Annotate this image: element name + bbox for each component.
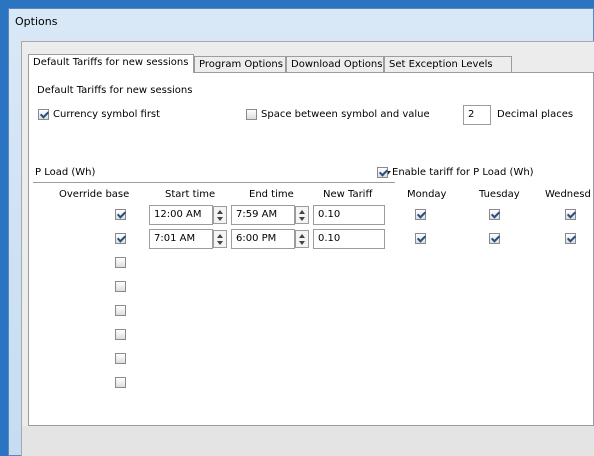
column-header-wednesday: Wednesd: [545, 189, 591, 200]
options-client-area: Default Tariffs for new sessions Program…: [21, 41, 594, 456]
override-checkbox[interactable]: [115, 257, 126, 268]
start-time-input[interactable]: 12:00 AM: [149, 205, 213, 225]
title-bar[interactable]: Options: [9, 9, 593, 33]
tab-label: Default Tariffs for new sessions: [33, 57, 189, 68]
section-title: Default Tariffs for new sessions: [37, 85, 193, 96]
column-header-end: End time: [249, 189, 294, 200]
column-header-start: Start time: [165, 189, 216, 200]
spin-up-icon[interactable]: [299, 234, 305, 238]
space-between-label: Space between symbol and value: [261, 109, 430, 120]
enable-tariff-label: Enable tariff for P Load (Wh): [392, 167, 534, 178]
monday-checkbox[interactable]: [415, 209, 426, 220]
new-tariff-input[interactable]: 0.10: [313, 229, 385, 249]
override-checkbox[interactable]: [115, 281, 126, 292]
load-select[interactable]: P Load (Wh): [33, 165, 395, 183]
spin-up-icon[interactable]: [299, 210, 305, 214]
monday-checkbox[interactable]: [415, 233, 426, 244]
currency-first-label: Currency symbol first: [53, 109, 161, 120]
tab-label: Program Options: [199, 59, 283, 70]
column-header-tuesday: Tuesday: [479, 189, 520, 200]
override-checkbox[interactable]: [115, 329, 126, 340]
options-window: Options Default Tariffs for new sessions…: [8, 8, 594, 456]
column-header-tariff: New Tariff: [323, 189, 373, 200]
new-tariff-input[interactable]: 0.10: [313, 205, 385, 225]
end-time-spinner[interactable]: [295, 230, 309, 248]
start-time-input[interactable]: 7:01 AM: [149, 229, 213, 249]
spin-down-icon[interactable]: [217, 217, 223, 221]
tab-label: Download Options: [291, 59, 383, 70]
override-checkbox[interactable]: [115, 209, 126, 220]
tab-panel-default-tariffs: Default Tariffs for new sessions Currenc…: [28, 72, 594, 426]
start-time-spinner[interactable]: [213, 230, 227, 248]
start-time-spinner[interactable]: [213, 206, 227, 224]
spin-down-icon[interactable]: [299, 217, 305, 221]
spin-up-icon[interactable]: [217, 210, 223, 214]
end-time-input[interactable]: 7:59 AM: [231, 205, 295, 225]
tab-default-tariffs[interactable]: Default Tariffs for new sessions: [28, 54, 194, 73]
tuesday-checkbox[interactable]: [489, 209, 500, 220]
spin-down-icon[interactable]: [299, 241, 305, 245]
window-title: Options: [15, 15, 58, 28]
enable-tariff-checkbox[interactable]: [377, 167, 388, 178]
tab-program-options[interactable]: Program Options: [194, 56, 286, 72]
override-checkbox[interactable]: [115, 305, 126, 316]
dialog-footer: [22, 426, 594, 456]
space-between-checkbox[interactable]: [246, 109, 257, 120]
tab-label: Set Exception Levels: [389, 59, 493, 70]
wednesday-checkbox[interactable]: [565, 233, 576, 244]
wednesday-checkbox[interactable]: [565, 209, 576, 220]
end-time-input[interactable]: 6:00 PM: [231, 229, 295, 249]
tab-download-options[interactable]: Download Options: [286, 56, 384, 72]
tuesday-checkbox[interactable]: [489, 233, 500, 244]
column-header-monday: Monday: [407, 189, 447, 200]
currency-first-checkbox[interactable]: [38, 109, 49, 120]
override-checkbox[interactable]: [115, 233, 126, 244]
column-header-override: Override base: [59, 189, 130, 200]
tab-set-exception-levels[interactable]: Set Exception Levels: [384, 56, 512, 72]
override-checkbox[interactable]: [115, 377, 126, 388]
spin-down-icon[interactable]: [217, 241, 223, 245]
load-select-value: P Load (Wh): [35, 167, 96, 178]
decimal-places-input[interactable]: 2: [463, 105, 491, 125]
spin-up-icon[interactable]: [217, 234, 223, 238]
end-time-spinner[interactable]: [295, 206, 309, 224]
decimal-places-label: Decimal places: [497, 109, 574, 120]
override-checkbox[interactable]: [115, 353, 126, 364]
